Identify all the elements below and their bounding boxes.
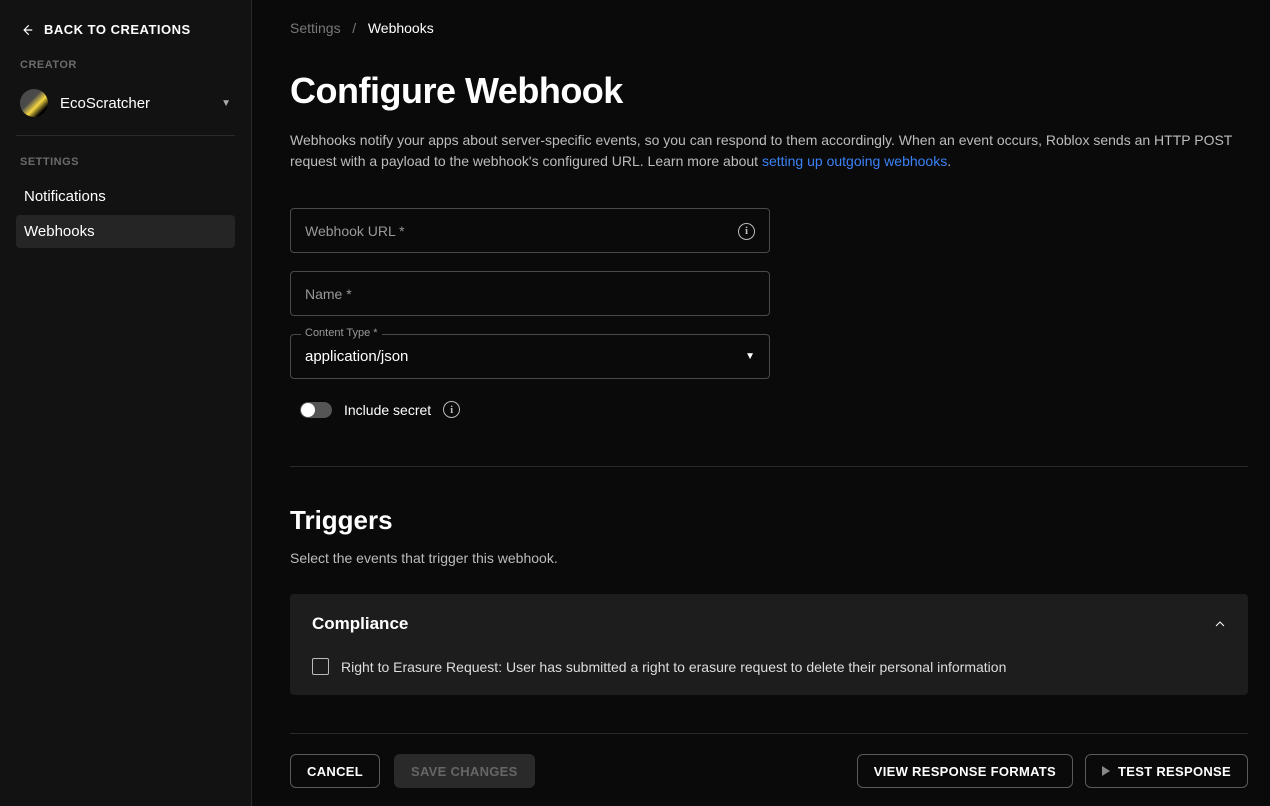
play-icon [1102,766,1110,776]
page-title: Configure Webhook [290,70,1248,112]
compliance-panel: Compliance Right to Erasure Request: Use… [290,594,1248,695]
sidebar: BACK TO CREATIONS CREATOR EcoScratcher ▼… [0,0,252,806]
triggers-subtitle: Select the events that trigger this webh… [290,550,1248,566]
content-type-label: Content Type * [301,327,382,339]
erasure-checkbox[interactable] [312,658,329,675]
avatar [20,89,48,117]
webhook-url-label: Webhook URL * [305,223,405,239]
info-icon[interactable]: i [443,401,460,418]
include-secret-label: Include secret [344,402,431,418]
content-type-select[interactable]: Content Type * application/json ▼ [290,334,770,379]
breadcrumb-sep: / [344,20,363,36]
intro-link[interactable]: setting up outgoing webhooks [762,153,947,169]
include-secret-row: Include secret i [290,397,1248,418]
footer: CANCEL SAVE CHANGES VIEW RESPONSE FORMAT… [290,734,1248,806]
info-icon: i [738,223,755,240]
name-field[interactable]: Name * [290,271,770,316]
save-changes-button: SAVE CHANGES [394,754,535,788]
include-secret-toggle[interactable] [300,402,332,418]
arrow-left-icon [20,23,34,37]
content-type-value: application/json [305,348,408,365]
intro-text: Webhooks notify your apps about server-s… [290,130,1248,172]
sidebar-item-webhooks[interactable]: Webhooks [16,215,235,248]
main: Settings / Webhooks Configure Webhook We… [252,0,1270,806]
webhook-url-field[interactable]: Webhook URL * i [290,208,770,253]
view-response-formats-button[interactable]: VIEW RESPONSE FORMATS [857,754,1073,788]
settings-section-label: SETTINGS [16,156,235,168]
compliance-panel-header[interactable]: Compliance [312,614,1226,634]
url-info[interactable]: i [738,221,755,240]
test-response-button[interactable]: TEST RESPONSE [1085,754,1248,788]
back-to-creations-link[interactable]: BACK TO CREATIONS [16,0,235,59]
creator-section-label: CREATOR [16,59,235,71]
back-label: BACK TO CREATIONS [44,22,191,37]
creator-selector[interactable]: EcoScratcher ▼ [16,83,235,136]
compliance-title: Compliance [312,614,408,634]
erasure-label: Right to Erasure Request: User has submi… [341,659,1006,675]
triggers-title: Triggers [290,505,1248,536]
breadcrumb: Settings / Webhooks [290,20,1248,36]
divider [290,466,1248,467]
sidebar-item-notifications[interactable]: Notifications [16,180,235,213]
breadcrumb-current: Webhooks [368,20,434,36]
name-label: Name * [305,286,352,302]
cancel-button[interactable]: CANCEL [290,754,380,788]
caret-down-icon: ▼ [221,98,231,109]
erasure-request-row: Right to Erasure Request: User has submi… [312,658,1226,675]
creator-name: EcoScratcher [60,95,209,112]
caret-down-icon: ▼ [745,351,755,362]
toggle-knob [301,403,315,417]
chevron-up-icon [1214,618,1226,630]
breadcrumb-parent[interactable]: Settings [290,20,341,36]
